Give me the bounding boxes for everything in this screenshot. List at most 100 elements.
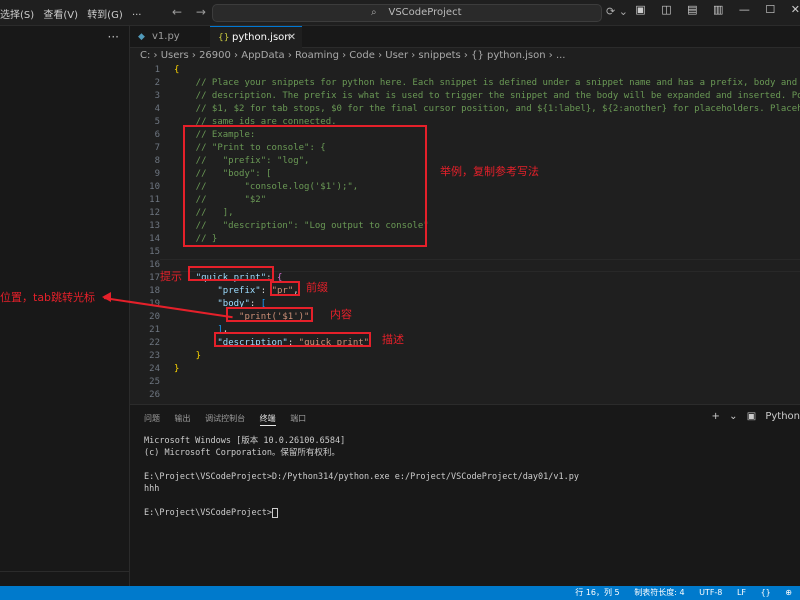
terminal-line: hhh — [144, 484, 160, 494]
cursor-annotation: 位置，tab跳转光标 — [0, 291, 96, 304]
search-text: VSCodeProject — [388, 7, 462, 18]
encoding[interactable]: UTF-8 — [699, 588, 722, 597]
code-line[interactable]: "prefix": "pr", — [174, 285, 800, 298]
terminal-icon: ▣ — [746, 411, 757, 422]
line-number: 11 — [149, 195, 160, 205]
line-number: 17 — [149, 273, 160, 283]
code-line[interactable]: // Place your snippets for python here. … — [174, 77, 800, 90]
line-number: 15 — [149, 247, 160, 257]
notifications-icon[interactable]: ⊕ — [785, 588, 792, 597]
terminal-line: E:\Project\VSCodeProject>D:/Python314/py… — [144, 472, 579, 482]
line-number: 13 — [149, 221, 160, 231]
code-line[interactable]: // description. The prefix is what is us… — [174, 90, 800, 103]
prefix-highlight-box — [270, 281, 300, 296]
cursor-position[interactable]: 行 16，列 5 — [575, 588, 619, 597]
status-bar-right: 行 16，列 5 制表符长度: 4 UTF-8 LF {} ⊕ — [563, 586, 792, 600]
description-annotation: 描述 — [382, 333, 404, 346]
sidebar-more-icon[interactable]: ··· — [108, 30, 119, 44]
tab-size[interactable]: 制表符长度: 4 — [634, 588, 684, 597]
tab-ports[interactable]: 端口 — [290, 414, 306, 423]
line-number: 7 — [154, 143, 160, 153]
menu-item-goto[interactable]: 转到(G) — [87, 10, 123, 21]
nav-arrows: ← → — [172, 5, 216, 19]
description-highlight-box — [214, 332, 371, 347]
hint-annotation: 提示 — [160, 270, 182, 283]
panel-tabs: 问题 输出 调试控制台 终端 端口 — [144, 413, 318, 426]
panel-actions: + ⌄ ▣ Python — [706, 411, 800, 422]
tab-v1-py[interactable]: ◆ v1.py — [130, 26, 210, 48]
breadcrumb[interactable]: C: › Users › 26900 › AppData › Roaming ›… — [140, 50, 565, 61]
status-bar: 行 16，列 5 制表符长度: 4 UTF-8 LF {} ⊕ — [0, 586, 800, 600]
line-ending[interactable]: LF — [737, 588, 746, 597]
code-line[interactable]: } — [174, 363, 800, 376]
tab-problems[interactable]: 问题 — [144, 414, 160, 423]
menu-item-selection[interactable]: 选择(S) — [0, 10, 34, 21]
line-number: 23 — [149, 351, 160, 361]
line-number: 20 — [149, 312, 160, 322]
line-number: 8 — [154, 156, 160, 166]
bottom-panel: 问题 输出 调试控制台 终端 端口 + ⌄ ▣ Python Microsoft… — [130, 404, 800, 586]
code-line[interactable]: // $1, $2 for tab stops, $0 for the fina… — [174, 103, 800, 116]
terminal-profile-label[interactable]: Python — [765, 411, 800, 422]
sidebar-divider — [0, 571, 130, 572]
arrow-head-icon — [102, 292, 111, 302]
line-number: 2 — [154, 78, 160, 88]
back-arrow-icon[interactable]: ← — [172, 5, 182, 19]
json-file-icon: {} — [218, 33, 230, 43]
line-number: 24 — [149, 364, 160, 374]
tab-python-json[interactable]: {} python.json ✕ — [210, 26, 302, 48]
search-icon: ⌕ — [371, 7, 377, 18]
body-annotation: 内容 — [330, 308, 352, 321]
terminal-line: E:\Project\VSCodeProject> — [144, 507, 579, 519]
code-line[interactable]: { — [174, 64, 800, 77]
terminal-cursor — [271, 507, 278, 518]
customize-layout-icon[interactable]: ▥ — [713, 3, 723, 16]
title-bar: 选择(S) 查看(V) 转到(G) ··· ← → ⌕ VSCodeProjec… — [0, 0, 800, 26]
prefix-annotation: 前缀 — [306, 281, 328, 294]
line-number: 26 — [149, 390, 160, 400]
new-terminal-icon[interactable]: + — [712, 411, 720, 422]
tab-label: python.json — [232, 32, 291, 43]
example-annotation: 举例，复制参考写法 — [440, 165, 539, 178]
line-number: 18 — [149, 286, 160, 296]
example-highlight-box — [183, 125, 427, 247]
menu-item-view[interactable]: 查看(V) — [43, 10, 78, 21]
menu-item-more[interactable]: ··· — [132, 10, 142, 21]
chevron-down-icon[interactable]: ⌄ — [729, 411, 737, 422]
code-line[interactable] — [174, 376, 800, 389]
code-line[interactable]: } — [174, 350, 800, 363]
tab-terminal[interactable]: 终端 — [259, 414, 276, 426]
close-window-button[interactable]: ✕ — [791, 3, 800, 16]
sidebar-toggle-icon[interactable]: ▤ — [687, 3, 697, 16]
line-number: 3 — [154, 91, 160, 101]
minimize-button[interactable]: — — [739, 3, 750, 16]
forward-arrow-icon[interactable]: → — [196, 5, 206, 19]
tab-debug-console[interactable]: 调试控制台 — [205, 414, 245, 423]
line-number: 1 — [154, 65, 160, 75]
line-number: 9 — [154, 169, 160, 179]
command-center-search[interactable]: ⌕ VSCodeProject — [212, 4, 602, 22]
code-line[interactable] — [174, 389, 800, 402]
tab-label: v1.py — [152, 31, 180, 42]
sidebar: ··· — [0, 26, 130, 587]
maximize-button[interactable]: ☐ — [765, 3, 775, 16]
language-mode-icon[interactable]: {} — [761, 588, 771, 597]
layout-icon[interactable]: ▣ — [635, 3, 645, 16]
line-number: 6 — [154, 130, 160, 140]
line-number: 10 — [149, 182, 160, 192]
code-line[interactable] — [174, 246, 800, 259]
line-number: 5 — [154, 117, 160, 127]
line-number: 4 — [154, 104, 160, 114]
tab-output[interactable]: 输出 — [175, 414, 191, 423]
menu-bar: 选择(S) 查看(V) 转到(G) ··· — [0, 6, 147, 21]
terminal-line: Microsoft Windows [版本 10.0.26100.6584] — [144, 436, 346, 446]
line-number: 12 — [149, 208, 160, 218]
line-number: 14 — [149, 234, 160, 244]
close-icon[interactable]: ✕ — [288, 27, 296, 49]
window-controls: ▣ ◫ ▤ ▥ — ☐ ✕ — [623, 3, 800, 16]
line-number: 22 — [149, 338, 160, 348]
panel-toggle-icon[interactable]: ◫ — [661, 3, 671, 16]
terminal-output[interactable]: Microsoft Windows [版本 10.0.26100.6584] (c… — [144, 435, 579, 519]
